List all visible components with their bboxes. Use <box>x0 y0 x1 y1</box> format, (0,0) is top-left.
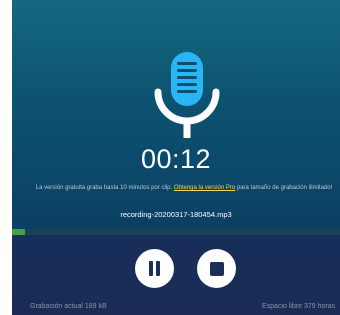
pause-icon-bar <box>156 261 160 276</box>
recording-progress-fill <box>12 229 26 235</box>
microphone-icon <box>154 52 220 138</box>
stop-icon <box>209 261 224 276</box>
current-recording-size: Grabación actual 189 kB <box>30 303 107 310</box>
recording-progress-bar <box>12 229 340 235</box>
stop-button[interactable] <box>197 249 236 288</box>
pause-button[interactable] <box>135 249 174 288</box>
recorder-screen: 00:12 La versión gratuita graba hasta 10… <box>0 0 340 315</box>
notice-text-start: La versión gratuita graba hasta 10 minut… <box>35 185 174 191</box>
get-pro-link[interactable]: Obtenga la versión Pro <box>174 185 235 191</box>
pause-icon <box>149 261 153 276</box>
free-space: Espacio libre 379 horas <box>262 303 336 310</box>
recording-filename: recording-20200317-180454.mp3 <box>120 210 232 219</box>
free-version-notice: La versión gratuita graba hasta 10 minut… <box>28 184 340 192</box>
recording-timer: 00:12 <box>140 144 212 174</box>
notice-text-end: para tamaño de grabación ilimitado! <box>235 185 333 191</box>
